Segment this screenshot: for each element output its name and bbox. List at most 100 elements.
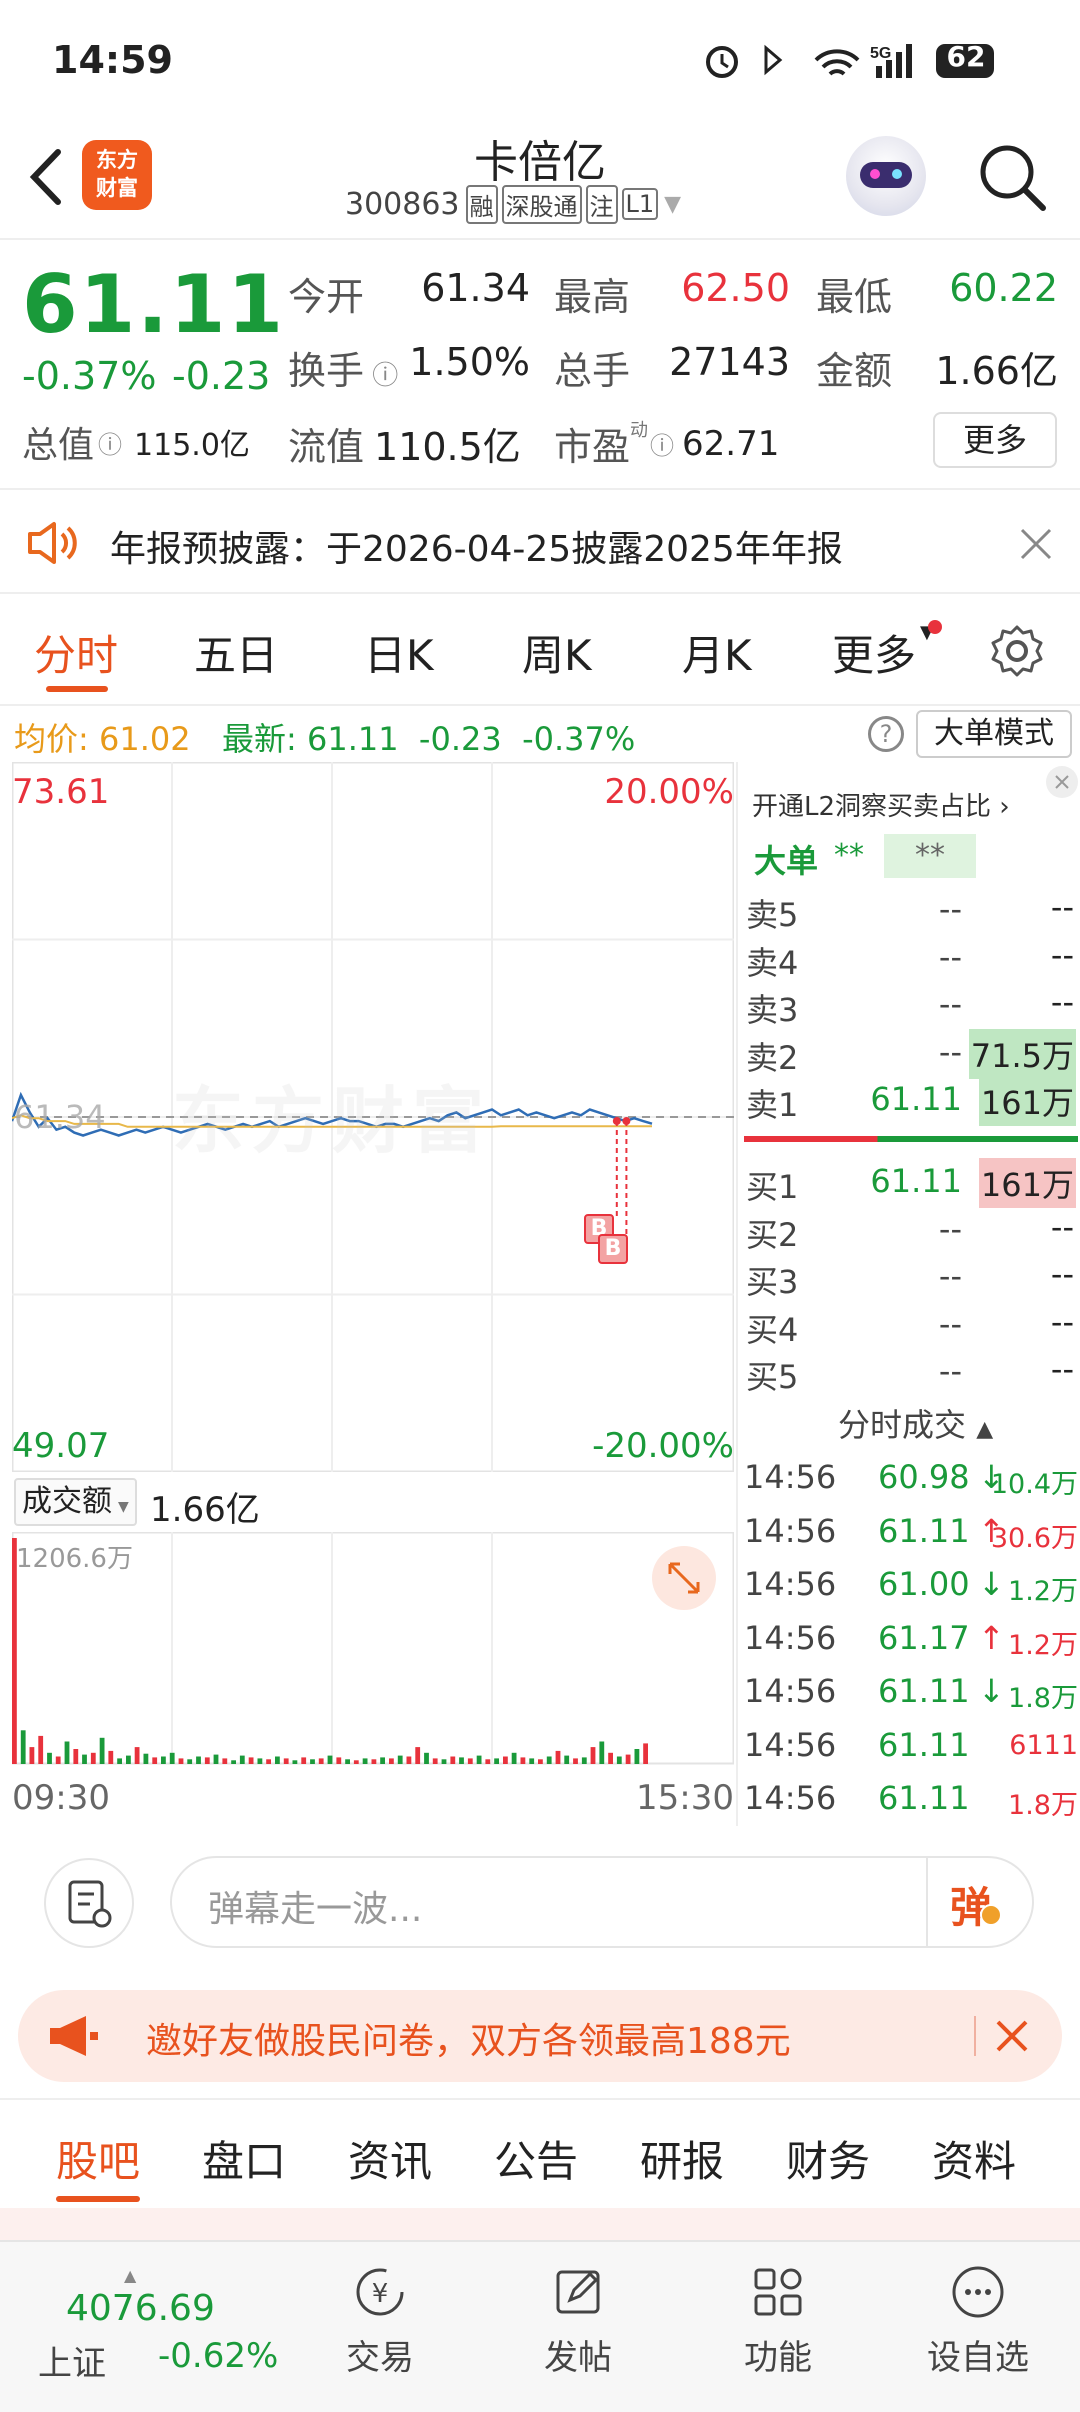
tag-level: L1 [621,188,659,220]
nav-add-watchlist[interactable]: 设自选 [918,2262,1038,2392]
bid-label: 买2 [746,1215,799,1254]
high-label: 最高 [554,275,631,319]
tick-price: 61.11 [878,1511,970,1550]
volume-bar [239,1755,245,1764]
volume-bar [318,1758,324,1764]
tab-week-k[interactable]: 周K [522,622,592,683]
volume-bar [599,1741,605,1764]
grid-icon [754,2268,802,2316]
tick-volume: 30.6万 [990,1522,1078,1554]
tab-orderbook[interactable]: 盘口 [202,2128,286,2189]
big-order-mode-button[interactable]: 大单模式 [916,710,1072,758]
low-label: 最低 [816,275,893,319]
bid-price: -- [938,1257,962,1295]
nav-functions[interactable]: 功能 [728,2262,828,2392]
notice-bar[interactable]: 年报预披露：于2026-04-25披露2025年年报 [0,492,1080,594]
ask-price: -- [938,1032,962,1071]
content-strip [0,2208,1080,2240]
tick-row: 14:56 61.11 ↓ 1.8万 [738,1666,1080,1720]
volume-bar [459,1757,464,1764]
danmu-input[interactable]: 弹幕走一波... 弹 [170,1856,1034,1948]
l2-promo[interactable]: 开通L2洞察买卖占比 › [752,786,1010,823]
tab-forum[interactable]: 股吧 [56,2128,140,2189]
y-axis-top: 73.61 [12,772,110,812]
tab-finance[interactable]: 财务 [786,2128,870,2189]
volume-bar [213,1754,219,1764]
volume-bar [608,1752,613,1764]
tab-research[interactable]: 研报 [640,2128,724,2189]
volume-bar [503,1756,508,1764]
tab-day-k[interactable]: 日K [364,622,434,683]
nav-trade[interactable]: ¥ 交易 [330,2262,430,2392]
trade-marker-b[interactable]: B [598,1234,628,1264]
tab-five-day[interactable]: 五日 [194,622,278,683]
tab-profile[interactable]: 资料 [932,2128,1016,2189]
volume-selector[interactable]: 成交额 ▼ [14,1478,137,1526]
chart-area[interactable]: 东方财富 73.61 20.00% 49.07 -20.00% 61.34 B … [12,762,734,1826]
order-book: 开通L2洞察买卖占比 › 大单 ** ** 卖5 -- -- 卖4 -- -- 卖3 -- --… [736,762,1080,1826]
search-icon[interactable] [975,140,1049,214]
robot-avatar-icon[interactable] [846,136,926,216]
help-icon[interactable]: ? [868,716,904,752]
float-value-label: 流值 [288,425,365,469]
volume-bar [204,1757,210,1764]
tick-price: 61.00 [878,1565,970,1603]
ask-volume: 71.5万 [968,1028,1076,1079]
float-value: 110.5亿 [374,425,521,469]
tab-minute[interactable]: 分时 [34,622,118,683]
ask-volume: -- [1050,935,1074,974]
volume-bar [336,1757,342,1764]
notice-text: 年报预披露：于2026-04-25披露2025年年报 [110,529,843,570]
tick-price: 61.11 [878,1725,970,1764]
stock-code-row[interactable]: 300863 融 深股通 注 L1 ▼ [345,184,681,224]
speaker-icon [26,520,82,566]
bid-label: 买3 [746,1263,799,1301]
comment-bar: 弹幕走一波... 弹 [0,1828,1080,1968]
volume-bar [432,1758,438,1764]
invite-banner[interactable]: 邀好友做股民问卷，双方各领最高188元 [18,1990,1062,2082]
more-button[interactable]: 更多 [933,412,1057,468]
tab-news[interactable]: 资讯 [348,2128,432,2189]
x-axis-end: 15:30 [636,1778,734,1818]
svg-text:¥: ¥ [372,2279,389,2309]
nav-post[interactable]: 发帖 [528,2262,628,2392]
volume-bar [406,1756,412,1764]
pct-axis-bottom: -20.00% [592,1426,734,1466]
close-icon[interactable] [992,2016,1032,2056]
gear-icon[interactable] [990,624,1044,678]
tab-month-k[interactable]: 月K [682,622,752,683]
ticks-title[interactable]: 分时成交 ▲ [838,1400,993,1446]
index-ticker[interactable]: ▲ 4076.69 上证 -0.62% [24,2266,284,2386]
tab-announcements[interactable]: 公告 [494,2128,578,2189]
nav-functions-label: 功能 [744,2338,812,2378]
volume-bar [283,1758,289,1764]
amount-value: 1.66亿 [935,349,1058,393]
bid-label: 买4 [746,1310,799,1349]
status-time: 14:59 [52,38,173,82]
tick-arrow: ↓ [978,1565,1005,1603]
close-icon[interactable] [1016,524,1056,564]
template-icon[interactable] [44,1858,134,1948]
info-icon[interactable]: ⓘ [98,425,122,460]
volume-bar [222,1758,228,1764]
tag-margin: 融 [465,184,498,224]
volume-bar [371,1759,377,1764]
volume-bar [82,1754,87,1764]
pe-label: 市盈 [554,425,631,469]
volume-bar [511,1752,517,1764]
expand-icon[interactable] [652,1546,716,1610]
danmu-button[interactable]: 弹 [950,1874,1006,1932]
tick-volume: 10.4万 [990,1469,1078,1500]
avg-price: 均价: 61.02 [14,720,191,758]
volume-bar [590,1747,596,1764]
trade-point [612,1117,621,1126]
info-icon[interactable]: ⓘ [650,426,674,461]
close-icon[interactable] [1046,766,1078,798]
danmu-divider [926,1858,928,1946]
ask-volume: -- [1050,888,1074,926]
tab-more[interactable]: 更多 ▼ [832,622,934,683]
tab-active-indicator [46,686,108,692]
volume-bar [397,1755,403,1764]
ask-volume: 161万 [978,1076,1076,1126]
volume-bar [625,1754,631,1764]
